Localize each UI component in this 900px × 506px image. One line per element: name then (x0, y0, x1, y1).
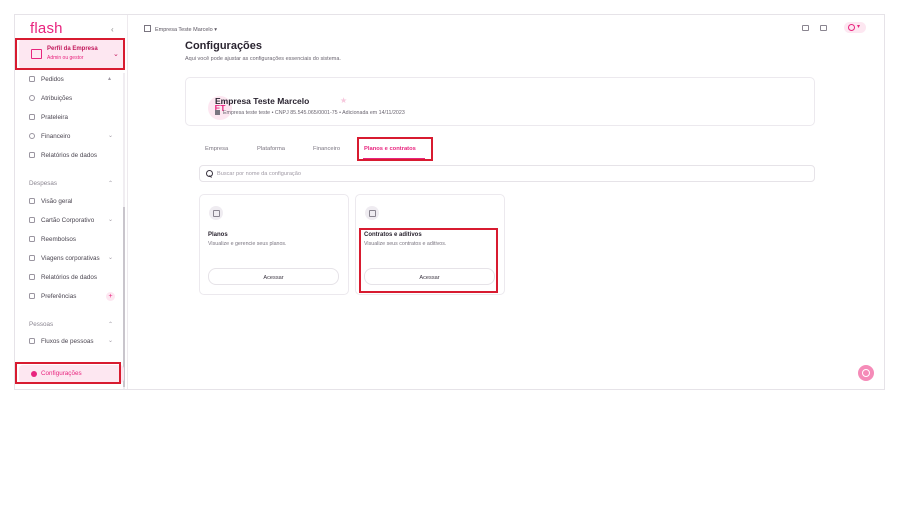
building-icon (215, 110, 220, 115)
user-icon (29, 95, 35, 101)
profile-title: Perfil da Empresa (47, 46, 98, 52)
card-description: Visualize e gerencie seus planos. (208, 241, 287, 247)
search-bar (199, 165, 815, 182)
section-label: Pessoas (29, 321, 54, 328)
chevron-down-icon: ⌄ (108, 255, 114, 261)
avatar-icon (848, 24, 855, 31)
sidebar-item-relatorios-despesas[interactable]: Relatórios de dados (15, 271, 127, 285)
search-input[interactable] (217, 168, 797, 179)
plane-icon (29, 255, 35, 261)
sidebar-item-label: Prateleira (41, 114, 68, 121)
sidebar-item-label: Configurações (41, 370, 82, 377)
company-info-text: Empresa teste teste • CNPJ 85.545.065/00… (223, 110, 405, 116)
sidebar-item-label: Preferências (41, 293, 77, 300)
active-tab-indicator (363, 158, 425, 160)
company-profile-selector[interactable]: Perfil da Empresa Admin ou gestor ⌄ (19, 39, 124, 69)
sidebar-item-label: Viagens corporativas (41, 255, 100, 262)
company-selector-label: Empresa Teste Marcelo (155, 27, 213, 33)
sidebar-item-visao-geral[interactable]: Visão geral (15, 195, 127, 209)
report-icon (29, 152, 35, 158)
company-selector[interactable]: Empresa Teste Marcelo ▾ (144, 25, 217, 33)
tab-plataforma[interactable]: Plataforma (257, 146, 285, 152)
sidebar-item-preferencias[interactable]: Preferências + (15, 290, 127, 304)
card-contratos: Contratos e aditivos Visualize seus cont… (355, 194, 505, 295)
chevron-down-icon: ⌄ (113, 51, 119, 58)
building-icon (31, 49, 42, 59)
acessar-contratos-button[interactable]: Acessar (364, 268, 495, 285)
caret-down-icon: ▾ (857, 24, 861, 30)
sidebar-item-relatorios[interactable]: Relatórios de dados (15, 149, 127, 163)
page-subtitle: Aqui você pode ajustar as configurações … (185, 56, 341, 62)
section-despesas[interactable]: Despesas ⌃ (29, 180, 113, 187)
card-title: Contratos e aditivos (364, 232, 422, 238)
chevron-down-icon: ⌄ (108, 217, 114, 223)
sidebar-item-label: Atribuições (41, 95, 73, 102)
sidebar: flash ‹ Perfil da Empresa Admin ou gesto… (15, 15, 128, 389)
sidebar-item-label: Financeiro (41, 133, 71, 140)
user-menu-button[interactable]: ▾ (844, 22, 866, 33)
sidebar-item-reembolsos[interactable]: Reembolsos (15, 233, 127, 247)
card-title: Planos (208, 232, 228, 238)
sliders-icon (29, 293, 35, 299)
help-button[interactable] (858, 365, 874, 381)
report-icon (29, 274, 35, 280)
acessar-planos-button[interactable]: Acessar (208, 268, 339, 285)
sidebar-scrollbar-thumb[interactable] (123, 207, 125, 387)
sidebar-item-prateleira[interactable]: Prateleira (15, 111, 127, 125)
sidebar-item-label: Cartão Corporativo (41, 217, 95, 224)
sidebar-item-financeiro[interactable]: Financeiro ⌄ (15, 130, 127, 144)
company-info: Empresa teste teste • CNPJ 85.545.065/00… (215, 110, 405, 116)
mail-icon[interactable] (820, 25, 827, 31)
collapse-sidebar-icon[interactable]: ‹ (111, 25, 114, 34)
grid-icon (29, 114, 35, 120)
sidebar-item-label: Relatórios de dados (41, 152, 98, 159)
tab-planos-contratos[interactable]: Planos e contratos (364, 146, 416, 152)
sidebar-item-label: Fluxos de pessoas (41, 338, 94, 345)
flash-logo: flash (30, 20, 63, 37)
scroll-up-icon[interactable]: ▴ (108, 75, 111, 82)
sidebar-item-cartao-corporativo[interactable]: Cartão Corporativo ⌄ (15, 214, 127, 228)
plans-icon (209, 206, 223, 220)
sidebar-item-viagens[interactable]: Viagens corporativas ⌄ (15, 252, 127, 266)
section-pessoas[interactable]: Pessoas ⌃ (29, 321, 113, 328)
coin-icon (29, 133, 35, 139)
chevron-down-icon: ⌄ (108, 338, 114, 344)
flow-icon (29, 338, 35, 344)
tab-empresa[interactable]: Empresa (205, 146, 228, 152)
tab-financeiro[interactable]: Financeiro (313, 146, 340, 152)
star-icon[interactable]: ★ (340, 96, 347, 105)
card-icon (29, 217, 35, 223)
card-description: Visualize seus contratos e aditivos. (364, 241, 447, 247)
notes-icon[interactable] (802, 25, 809, 31)
sidebar-item-label: Relatórios de dados (41, 274, 98, 281)
chevron-up-icon: ⌃ (108, 181, 114, 187)
chevron-down-icon: ⌄ (108, 133, 114, 139)
section-label: Despesas (29, 180, 58, 187)
sidebar-item-label: Visão geral (41, 198, 73, 205)
sidebar-item-label: Pedidos (41, 76, 64, 83)
sidebar-item-pedidos[interactable]: Pedidos ▴ (15, 73, 127, 87)
card-planos: Planos Visualize e gerencie seus planos.… (199, 194, 349, 295)
building-icon (144, 25, 151, 32)
gear-icon (31, 371, 37, 377)
contract-icon (365, 206, 379, 220)
caret-down-icon: ▾ (214, 27, 217, 33)
company-name: Empresa Teste Marcelo (215, 96, 310, 106)
chart-icon (29, 198, 35, 204)
sidebar-item-fluxos-pessoas[interactable]: Fluxos de pessoas ⌄ (15, 335, 127, 349)
profile-role: Admin ou gestor (47, 55, 84, 61)
receipt-icon (29, 236, 35, 242)
help-icon (862, 369, 870, 377)
sidebar-item-label: Reembolsos (41, 236, 76, 243)
sidebar-item-configuracoes[interactable]: Configurações (19, 365, 124, 383)
add-icon[interactable]: + (106, 292, 115, 301)
cart-icon (29, 76, 35, 82)
page-title: Configurações (185, 40, 263, 52)
sidebar-item-atribuicoes[interactable]: Atribuições (15, 92, 127, 106)
chevron-up-icon: ⌃ (108, 322, 114, 328)
